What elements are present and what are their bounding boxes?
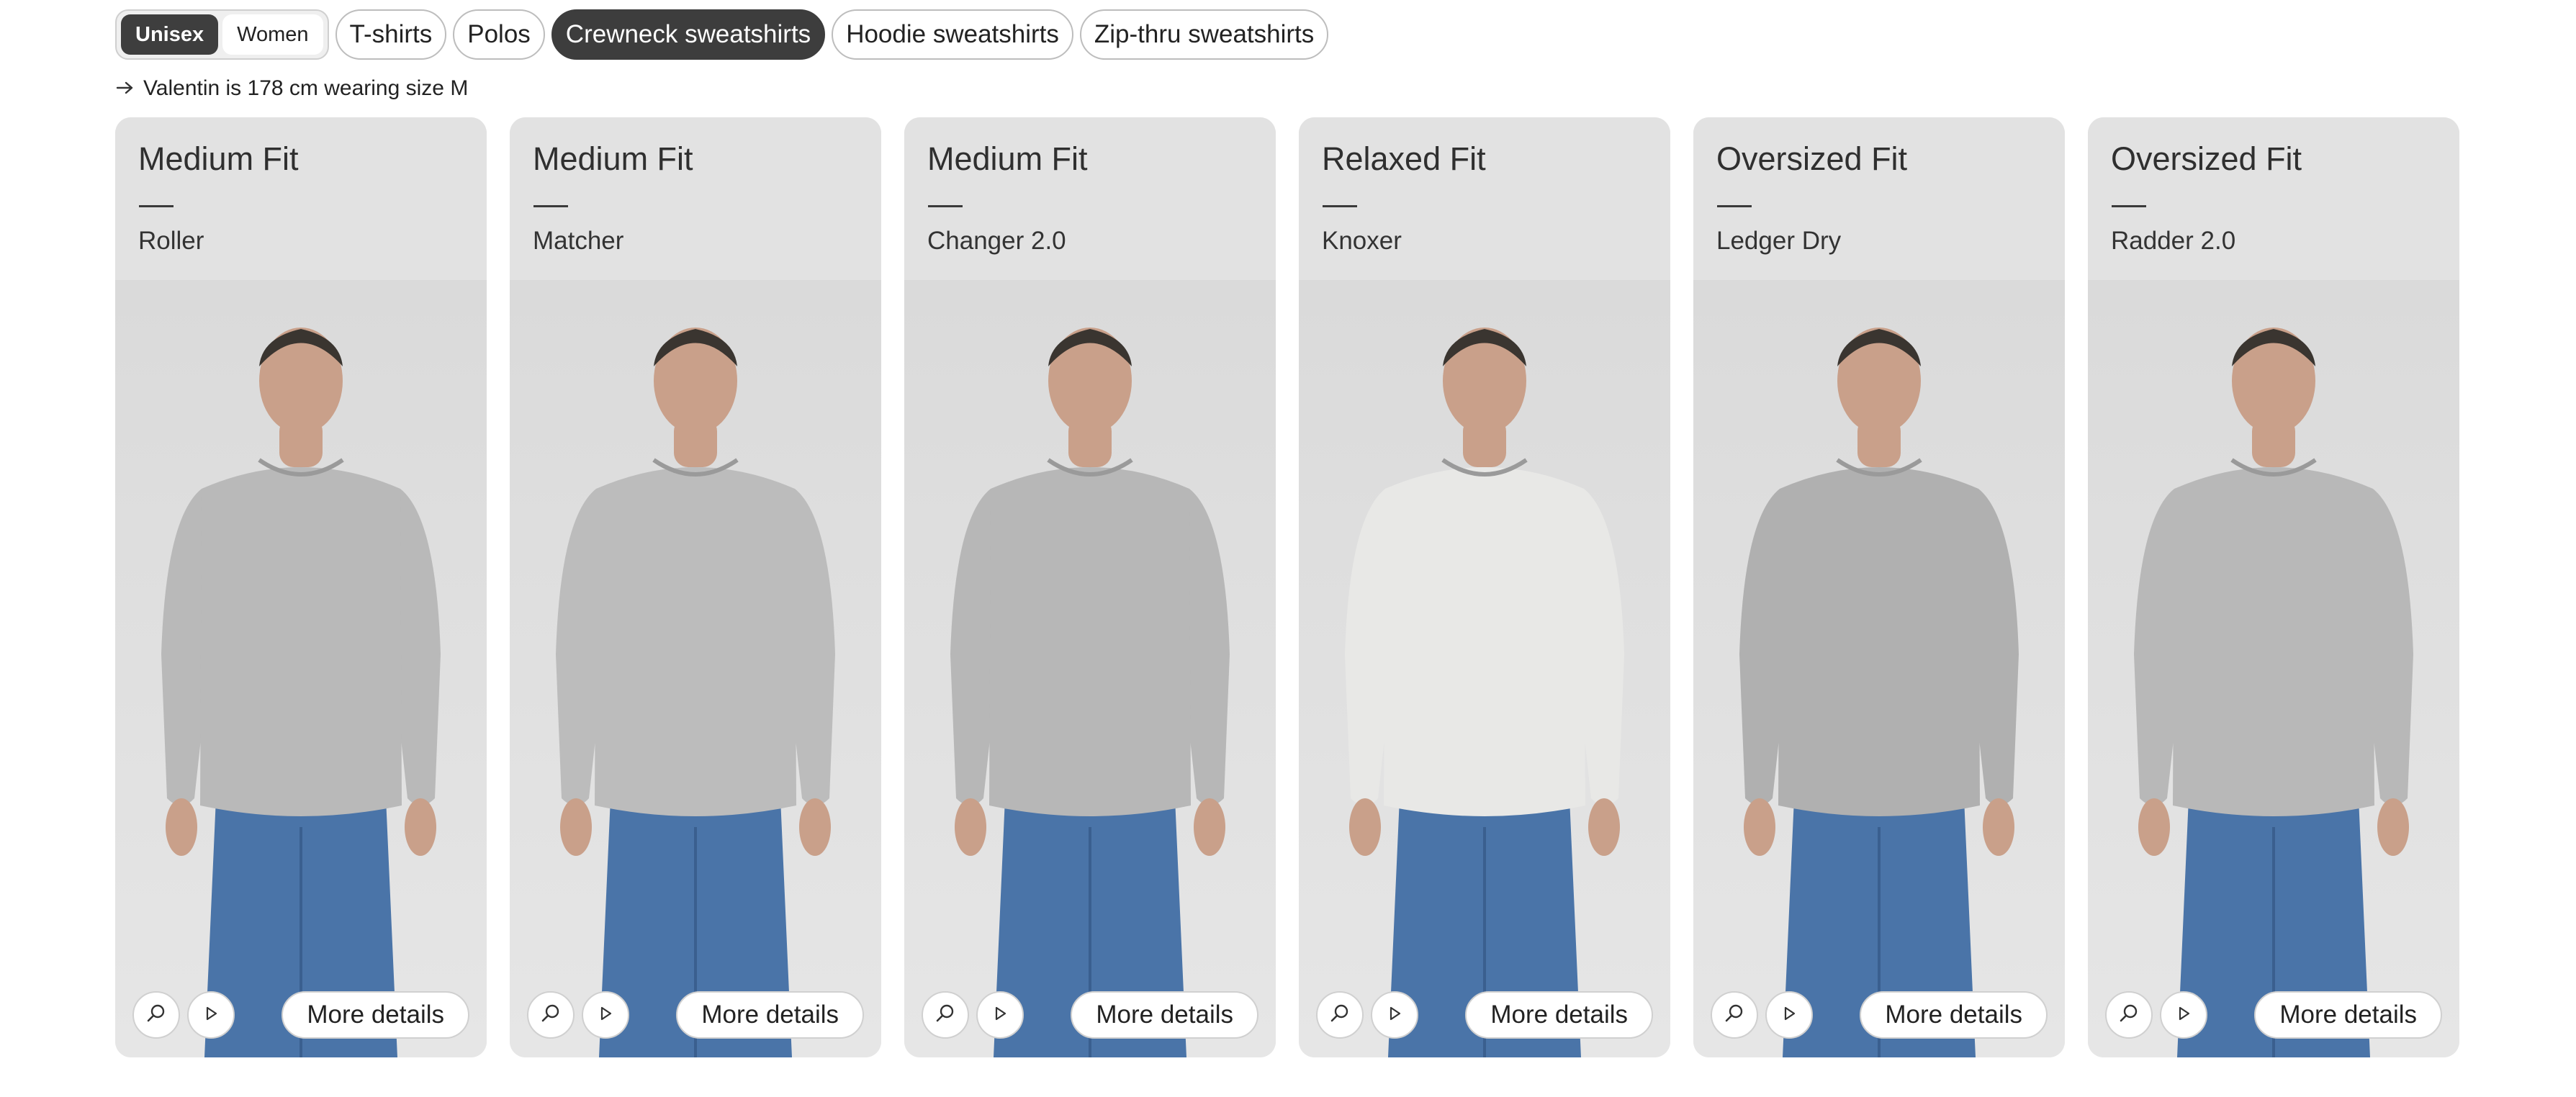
card-controls [2105,991,2207,1039]
model-name: Ledger Dry [1716,227,1842,255]
fit-label: Medium Fit [138,140,299,177]
card-header: Relaxed Fit Knoxer [1299,117,1670,280]
zoom-icon [1329,1003,1351,1028]
more-details-button[interactable]: More details [1465,991,1653,1039]
product-photo [1693,280,2065,1057]
model-name: Knoxer [1322,227,1402,255]
fit-label: Relaxed Fit [1322,140,1486,177]
product-card[interactable]: Oversized Fit Radder 2.0 More details [2088,117,2459,1057]
divider [1717,205,1752,207]
divider [533,205,568,207]
model-name: Changer 2.0 [927,227,1066,255]
card-header: Medium Fit Matcher [510,117,881,280]
product-card[interactable]: Relaxed Fit Knoxer More details [1299,117,1670,1057]
tab-crewneck-sweatshirts[interactable]: Crewneck sweatshirts [551,9,826,60]
zoom-icon [1724,1003,1745,1028]
fit-label: Oversized Fit [1716,140,1908,177]
more-details-button[interactable]: More details [282,991,469,1039]
play-button[interactable] [2160,991,2207,1039]
gender-toggle: Unisex Women [115,9,329,60]
play-icon [202,1004,220,1026]
divider [2112,205,2146,207]
more-details-button[interactable]: More details [676,991,864,1039]
zoom-icon [540,1003,562,1028]
model-name: Matcher [533,227,624,255]
caption-text: Valentin is 178 cm wearing size M [143,76,469,100]
play-button[interactable] [976,991,1024,1039]
zoom-button[interactable] [922,991,969,1039]
divider [928,205,963,207]
arrow-right-icon [116,76,135,101]
filter-bar: Unisex Women T-shirts Polos Crewneck swe… [115,9,1329,60]
tab-hoodie-sweatshirts[interactable]: Hoodie sweatshirts [832,9,1073,60]
tab-t-shirts[interactable]: T-shirts [335,9,447,60]
play-button[interactable] [582,991,629,1039]
product-photo [1299,280,1670,1057]
card-controls [922,991,1024,1039]
play-button[interactable] [187,991,235,1039]
zoom-button[interactable] [527,991,575,1039]
more-details-button[interactable]: More details [1071,991,1258,1039]
tab-zip-thru-sweatshirts[interactable]: Zip-thru sweatshirts [1079,9,1329,60]
model-name: Roller [138,227,204,255]
product-photo [510,280,881,1057]
product-grid: Medium Fit Roller More details Medium Fi… [115,117,2459,1057]
play-icon [596,1004,615,1026]
zoom-icon [935,1003,956,1028]
product-card[interactable]: Medium Fit Matcher More details [510,117,881,1057]
play-icon [1780,1004,1798,1026]
more-details-button[interactable]: More details [2254,991,2442,1039]
zoom-icon [2118,1003,2140,1028]
product-card[interactable]: Medium Fit Changer 2.0 More details [904,117,1276,1057]
zoom-button[interactable] [2105,991,2153,1039]
zoom-icon [145,1003,167,1028]
divider [1323,205,1357,207]
play-button[interactable] [1765,991,1813,1039]
play-icon [991,1004,1009,1026]
card-controls [1316,991,1418,1039]
play-icon [1385,1004,1404,1026]
card-header: Oversized Fit Radder 2.0 [2088,117,2459,280]
card-controls [527,991,629,1039]
zoom-button[interactable] [132,991,180,1039]
tab-polos[interactable]: Polos [453,9,545,60]
play-button[interactable] [1371,991,1418,1039]
card-header: Oversized Fit Ledger Dry [1693,117,2065,280]
card-controls [1711,991,1813,1039]
play-icon [2174,1004,2193,1026]
fit-label: Oversized Fit [2111,140,2302,177]
product-card[interactable]: Medium Fit Roller More details [115,117,487,1057]
toggle-unisex[interactable]: Unisex [121,14,219,55]
model-name: Radder 2.0 [2111,227,2236,255]
zoom-button[interactable] [1711,991,1758,1039]
zoom-button[interactable] [1316,991,1364,1039]
card-header: Medium Fit Roller [115,117,487,280]
toggle-women[interactable]: Women [222,14,323,55]
fit-label: Medium Fit [533,140,693,177]
fit-label: Medium Fit [927,140,1088,177]
product-card[interactable]: Oversized Fit Ledger Dry More details [1693,117,2065,1057]
model-size-caption: Valentin is 178 cm wearing size M [116,76,468,101]
divider [139,205,174,207]
card-header: Medium Fit Changer 2.0 [904,117,1276,280]
more-details-button[interactable]: More details [1860,991,2048,1039]
product-photo [904,280,1276,1057]
card-controls [132,991,235,1039]
product-photo [2088,280,2459,1057]
product-photo [115,280,487,1057]
